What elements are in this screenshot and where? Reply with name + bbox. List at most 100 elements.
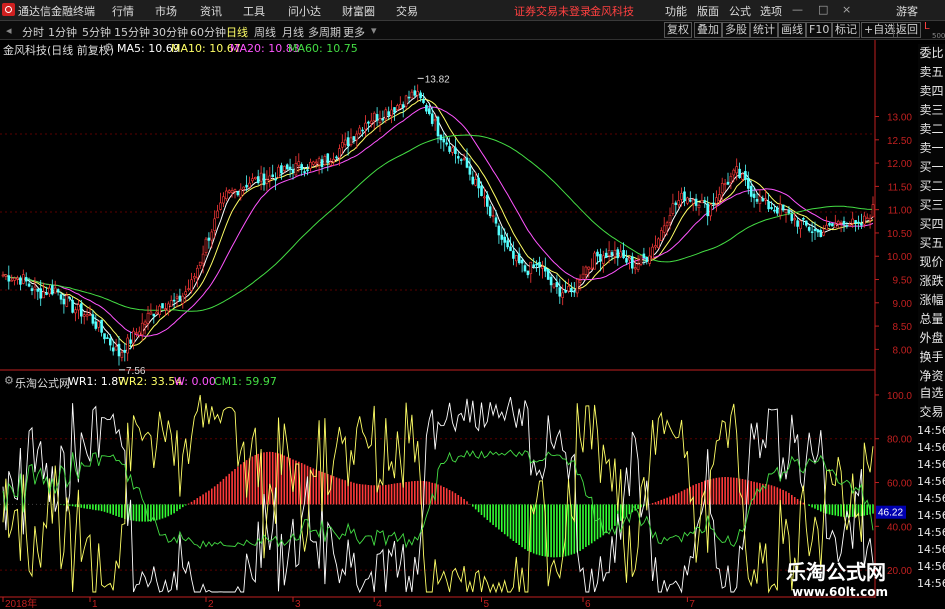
candle-body — [100, 319, 103, 333]
candle-body — [529, 261, 533, 275]
candle-body — [132, 330, 135, 344]
candle-body — [767, 201, 770, 210]
candle-body — [514, 255, 518, 262]
candle-body — [868, 218, 872, 221]
candle-body — [744, 171, 747, 180]
indicator-gear-icon[interactable]: ⚙ — [4, 374, 14, 387]
candle-body — [288, 166, 292, 170]
sidebar-item-change-pct[interactable]: 涨幅 — [918, 291, 945, 310]
sidebar-item-watchlist[interactable]: 自选 — [918, 384, 945, 403]
candle-body — [807, 226, 811, 231]
candle-body — [732, 169, 736, 176]
candle-body — [155, 311, 158, 315]
candle-body — [543, 267, 547, 272]
candle-body — [135, 332, 138, 334]
tick-time: 14:56 — [917, 577, 945, 590]
candle-body — [758, 196, 762, 204]
candle-body — [346, 137, 350, 147]
current-value-label: 46.22 — [878, 508, 903, 519]
candle-body — [677, 200, 681, 206]
candle-body — [274, 178, 277, 181]
sidebar-item-bid4[interactable]: 买四 — [918, 215, 945, 234]
stock-chart[interactable]: 46.22 13.00 12.50 12.00 11.50 11.00 10.50 10.0… — [0, 0, 945, 609]
candle-body — [625, 258, 628, 263]
candle-body — [802, 217, 805, 220]
sidebar-item-ask5[interactable]: 卖五 — [918, 63, 945, 82]
sidebar-item-bid5[interactable]: 买五 — [918, 234, 945, 253]
sidebar-item-order-ratio[interactable]: 委比 — [918, 44, 945, 63]
candle-body — [213, 218, 216, 231]
legend-wr2: WR2: 33.54 — [118, 375, 183, 388]
sidebar-item-ask4[interactable]: 卖四 — [918, 82, 945, 101]
sidebar-item-turnover[interactable]: 换手 — [918, 348, 945, 367]
sidebar-item-ask3[interactable]: 卖三 — [918, 101, 945, 120]
candle-body — [332, 158, 335, 163]
candle-body — [68, 297, 71, 299]
sidebar-item-bid2[interactable]: 买二 — [918, 177, 945, 196]
candle-body — [149, 311, 153, 315]
ma60-line — [2, 134, 873, 312]
candle-body — [845, 225, 849, 227]
candle-body — [82, 314, 86, 317]
candle-body — [674, 202, 678, 205]
tick-time: 14:56 — [917, 526, 945, 539]
candle-body — [439, 134, 443, 141]
candle-body — [839, 222, 843, 224]
watermark-url: www.60lt.com — [792, 585, 889, 599]
candle-body — [210, 231, 214, 241]
candle-body — [62, 298, 66, 305]
candle-body — [335, 156, 338, 159]
sidebar-item-trade[interactable]: 交易 — [918, 403, 945, 422]
candle-body — [219, 202, 222, 210]
extreme-label: 13.82 — [425, 74, 450, 85]
sidebar-item-ask1[interactable]: 卖一 — [918, 139, 945, 158]
candle-body — [271, 174, 275, 177]
candle-body — [781, 204, 785, 211]
candle-body — [587, 266, 591, 270]
candle-body — [628, 257, 631, 261]
tick-time: 14:56 — [917, 475, 945, 488]
candle-body — [77, 304, 80, 311]
candle-body — [97, 321, 100, 328]
settings-gear-icon[interactable]: ⚙ — [104, 41, 114, 54]
candle-body — [30, 288, 34, 292]
candle-body — [468, 166, 472, 175]
candle-body — [729, 176, 733, 183]
candle-body — [720, 183, 724, 194]
sidebar-item-volume[interactable]: 总量 — [918, 310, 945, 329]
candle-body — [854, 220, 857, 224]
sidebar-item-price[interactable]: 现价 — [918, 253, 945, 272]
sidebar-item-bid1[interactable]: 买一 — [918, 158, 945, 177]
candle-body — [285, 164, 289, 170]
sidebar-item-outer[interactable]: 外盘 — [918, 329, 945, 348]
tick-time: 14:56 — [917, 509, 945, 522]
candle-body — [581, 273, 585, 279]
sidebar-item-bid3[interactable]: 买三 — [918, 196, 945, 215]
price-tick-label: 8.00 — [893, 345, 913, 356]
candle-body — [152, 313, 156, 317]
candle-body — [277, 166, 280, 178]
candle-body — [584, 266, 588, 275]
candle-body — [138, 331, 141, 336]
candle-body — [4, 274, 8, 277]
candle-body — [688, 200, 692, 202]
sidebar-item-ask2[interactable]: 卖二 — [918, 120, 945, 139]
candle-body — [369, 120, 373, 124]
candle-body — [822, 231, 826, 236]
candle-body — [819, 230, 823, 237]
sidebar-item-change[interactable]: 涨跌 — [918, 272, 945, 291]
candle-body — [622, 250, 625, 259]
candle-body — [109, 338, 112, 346]
candle-body — [552, 283, 556, 288]
legend-w: W: 0.00 — [174, 375, 216, 388]
candle-body — [280, 165, 283, 174]
candle-body — [474, 179, 478, 186]
candle-body — [851, 218, 855, 224]
candle-body — [262, 173, 266, 186]
candle-body — [375, 114, 379, 121]
candle-body — [393, 107, 396, 113]
price-tick-label: 11.00 — [888, 206, 913, 217]
candle-body — [654, 245, 657, 248]
candle-body — [300, 164, 304, 170]
candle-body — [140, 322, 144, 335]
